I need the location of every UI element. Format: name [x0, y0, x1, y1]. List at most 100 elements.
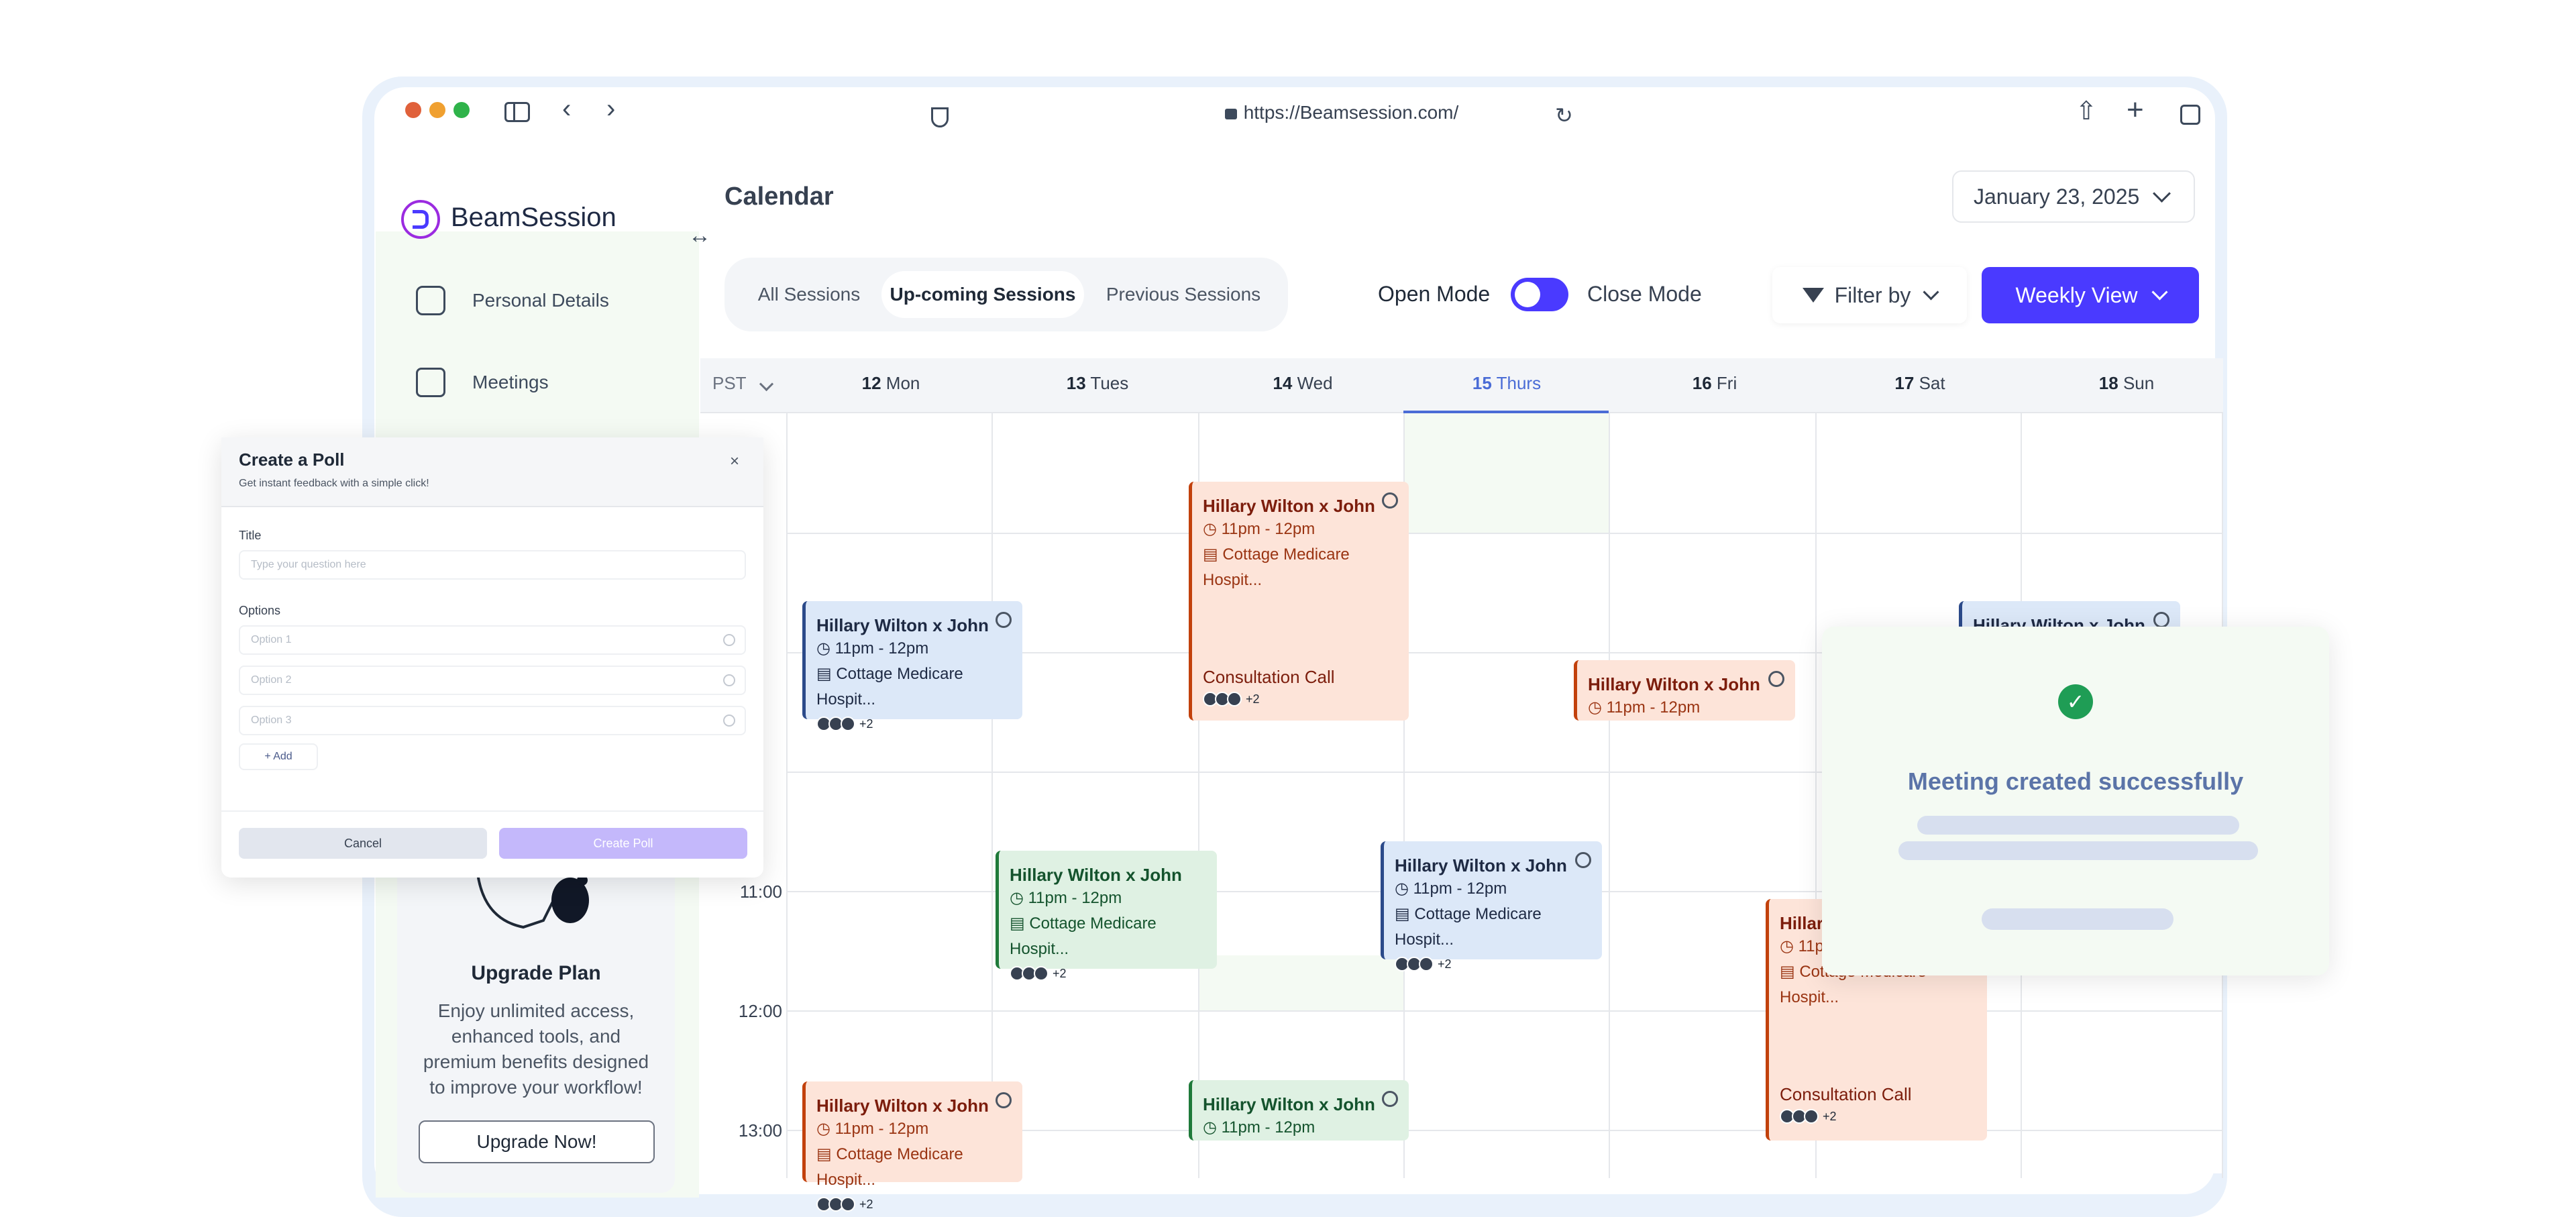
upgrade-now-button[interactable]: Upgrade Now!	[419, 1120, 655, 1163]
event-card[interactable]: Hillary Wilton x John ◷ 11pm - 12pm ▤ Co…	[996, 851, 1217, 981]
brand-logo-icon	[401, 200, 440, 239]
address-bar[interactable]: https://Beamsession.com/	[1140, 102, 1543, 129]
more-options-icon[interactable]	[1575, 852, 1591, 868]
event-time: ◷ 11pm - 12pm	[816, 1120, 929, 1138]
timezone-selector[interactable]: PST	[712, 373, 774, 394]
clock-icon: ◷	[1203, 520, 1222, 538]
option-placeholder: Option 3	[251, 715, 292, 726]
remove-option-icon[interactable]	[723, 674, 735, 686]
add-option-button[interactable]: + Add	[239, 743, 318, 770]
event-card[interactable]: Hillary Wilton x John ◷ 11pm - 12pm ▤ Co…	[802, 1081, 1022, 1212]
event-description: Consultation Call	[1203, 667, 1335, 687]
day-header-sat[interactable]: 17 Sat	[1819, 373, 2021, 394]
day-name: Fri	[1716, 373, 1737, 393]
success-message: Meeting created successfully	[1907, 768, 2244, 795]
skeleton-line	[1917, 816, 2239, 835]
day-name: Tues	[1090, 373, 1129, 393]
attendee-avatars: +2	[1780, 1109, 1976, 1124]
chevron-down-icon	[759, 376, 774, 392]
poll-option-input[interactable]: Option 1	[239, 625, 746, 655]
option-placeholder: Option 2	[251, 674, 292, 686]
more-options-icon[interactable]	[996, 612, 1012, 628]
maximize-window-button[interactable]	[453, 102, 470, 118]
event-card[interactable]: Hillary Wilton x John ◷ 11pm - 12pm ▤ Co…	[802, 601, 1022, 731]
remove-option-icon[interactable]	[723, 634, 735, 646]
event-card[interactable]: Hillary Wilton x John ◷ 11pm - 12pm ▤ Co…	[1381, 841, 1602, 971]
event-title: Hillary Wilton x John	[816, 615, 989, 635]
more-options-icon[interactable]	[1768, 671, 1784, 687]
day-header-mon[interactable]: 12 Mon	[790, 373, 991, 394]
grid-line	[786, 533, 2223, 534]
sidebar-toggle-icon[interactable]	[504, 102, 530, 122]
day-number: 16	[1692, 373, 1712, 393]
day-header-wed[interactable]: 14 Wed	[1202, 373, 1403, 394]
close-icon[interactable]: ×	[730, 452, 739, 471]
remove-option-icon[interactable]	[723, 715, 735, 727]
tabs-overview-icon[interactable]	[2180, 105, 2200, 125]
grid-line	[991, 413, 993, 1178]
day-name: Thurs	[1496, 373, 1542, 393]
poll-option-input[interactable]: Option 3	[239, 706, 746, 735]
day-header-tue[interactable]: 13 Tues	[997, 373, 1198, 394]
day-number: 17	[1894, 373, 1915, 393]
minimize-window-button[interactable]	[429, 102, 445, 118]
back-arrow-icon[interactable]: ‹	[562, 95, 571, 122]
attendee-avatars: +2	[1010, 966, 1206, 981]
more-options-icon[interactable]	[996, 1092, 1012, 1108]
timezone-label: PST	[712, 373, 747, 393]
poll-option-input[interactable]: Option 2	[239, 666, 746, 695]
calendar-icon: ▤	[1780, 963, 1800, 981]
more-options-icon[interactable]	[2153, 612, 2169, 628]
day-name: Sun	[2123, 373, 2155, 393]
tab-previous-sessions[interactable]: Previous Sessions	[1092, 271, 1275, 318]
clock-icon: ◷	[1010, 889, 1028, 907]
share-icon[interactable]: ⇧	[2076, 98, 2097, 125]
day-header-fri[interactable]: 16 Fri	[1614, 373, 1815, 394]
forward-arrow-icon[interactable]: ›	[606, 95, 615, 122]
cancel-button[interactable]: Cancel	[239, 828, 487, 859]
profile-card-icon	[416, 286, 445, 315]
resize-sidebar-icon[interactable]: ↔	[688, 223, 711, 249]
more-options-icon[interactable]	[1382, 492, 1398, 509]
time-label: 13:00	[738, 1120, 782, 1141]
option-placeholder: Option 1	[251, 634, 292, 645]
new-tab-icon[interactable]: +	[2127, 95, 2144, 125]
tab-all-sessions[interactable]: All Sessions	[742, 271, 876, 318]
attendee-avatars: +2	[1395, 957, 1591, 971]
clock-icon: ◷	[1588, 698, 1607, 717]
mode-toggle[interactable]	[1511, 278, 1568, 311]
close-window-button[interactable]	[405, 102, 421, 118]
brand-name: BeamSession	[451, 203, 616, 232]
day-number: 18	[2098, 373, 2118, 393]
event-title: Hillary Wilton x John	[1203, 1094, 1375, 1114]
sidebar-item-label: Meetings	[472, 372, 549, 392]
sidebar-item-meetings[interactable]: Meetings	[416, 362, 549, 403]
poll-title-input[interactable]: Type your question here	[239, 550, 746, 580]
create-poll-button[interactable]: Create Poll	[499, 828, 747, 859]
day-name: Sat	[1919, 373, 1945, 393]
filter-button[interactable]: Filter by	[1772, 267, 1967, 323]
date-picker[interactable]: January 23, 2025	[1952, 170, 2195, 223]
event-card[interactable]: Hillary Wilton x John ◷ 11pm - 12pm	[1189, 1080, 1409, 1141]
tab-upcoming-sessions[interactable]: Up-coming Sessions	[881, 271, 1084, 318]
event-description: Consultation Call	[1780, 1084, 1912, 1104]
reload-icon[interactable]: ↻	[1555, 102, 1573, 129]
more-options-icon[interactable]	[1382, 1091, 1398, 1107]
grid-line	[786, 1010, 2223, 1012]
clock-icon: ◷	[1780, 937, 1799, 955]
day-header-sun[interactable]: 18 Sun	[2026, 373, 2227, 394]
event-card[interactable]: Hillary Wilton x John ◷ 11pm - 12pm	[1574, 660, 1795, 721]
day-number: 15	[1472, 373, 1492, 393]
event-location: ▤ Cottage Medicare Hospit...	[1203, 545, 1350, 589]
sidebar-item-personal-details[interactable]: Personal Details	[416, 280, 609, 321]
event-time: ◷ 11pm - 12pm	[1010, 889, 1122, 907]
shield-icon[interactable]	[931, 107, 949, 127]
grid-line	[1609, 413, 1610, 1178]
day-number: 14	[1273, 373, 1293, 393]
weekly-view-button[interactable]: Weekly View	[1982, 267, 2199, 323]
event-card[interactable]: Hillary Wilton x John ◷ 11pm - 12pm ▤ Co…	[1189, 482, 1409, 721]
day-header-thu[interactable]: 15 Thurs	[1406, 373, 1607, 394]
presentation-icon	[416, 368, 445, 397]
event-title: Hillary Wilton x John	[1395, 855, 1567, 876]
clock-icon: ◷	[816, 639, 835, 657]
